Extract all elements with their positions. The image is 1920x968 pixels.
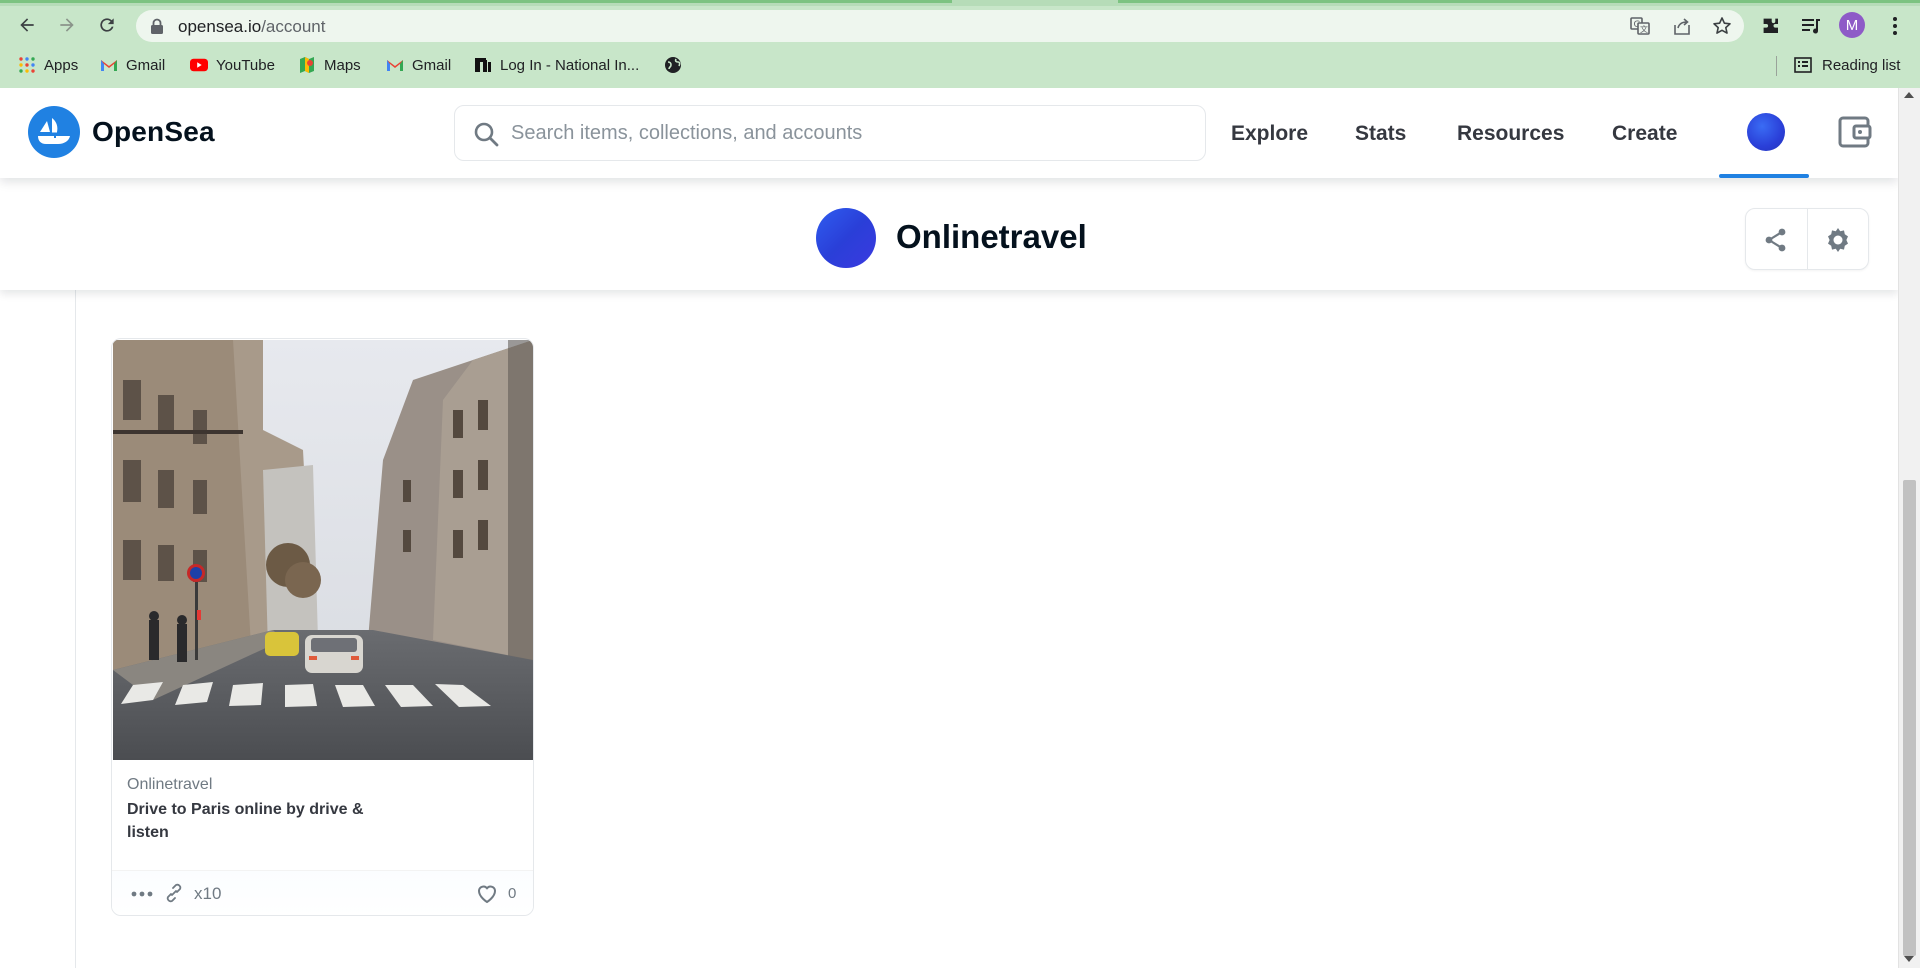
bookmarks-bar: Apps Gmail YouTube Maps Gmail Log In - N…	[0, 50, 1920, 80]
nft-collection-name[interactable]: Onlinetravel	[127, 776, 212, 794]
profile-actions	[1745, 208, 1869, 270]
bookmark-star-icon[interactable]	[1712, 16, 1732, 36]
nav-explore[interactable]: Explore	[1231, 122, 1308, 146]
bookmark-label: YouTube	[216, 56, 275, 74]
bookmark-gmail[interactable]: Gmail	[100, 54, 165, 76]
media-queue-icon[interactable]	[1800, 15, 1822, 37]
opensea-ship-icon	[38, 118, 70, 144]
url-path: /account	[261, 17, 326, 36]
site-header: OpenSea Explore Stats Resources Create	[0, 88, 1898, 178]
brand-name[interactable]: OpenSea	[92, 116, 215, 148]
url-text: opensea.io/account	[178, 17, 325, 37]
apps-grid-icon	[19, 57, 35, 73]
profile-name: Onlinetravel	[896, 218, 1087, 255]
nft-meta: Onlinetravel Drive to Paris online by dr…	[112, 760, 533, 870]
nft-like-count: 0	[508, 885, 517, 902]
paris-street-image	[113, 340, 533, 760]
bookmark-youtube[interactable]: YouTube	[190, 54, 275, 76]
settings-button[interactable]	[1806, 209, 1868, 269]
bookmark-globe[interactable]	[664, 54, 682, 76]
nft-quantity: x10	[194, 884, 222, 903]
account-avatar[interactable]	[1747, 113, 1785, 151]
scroll-up-arrow-icon[interactable]	[1904, 92, 1914, 98]
nav-stats[interactable]: Stats	[1355, 122, 1406, 146]
active-nav-indicator	[1719, 174, 1809, 178]
nft-image[interactable]	[113, 340, 533, 760]
bookmark-label: Apps	[44, 56, 79, 74]
forward-button[interactable]	[50, 8, 84, 42]
bookmark-label: Gmail	[126, 56, 166, 74]
bookmark-apps[interactable]: Apps	[18, 54, 78, 76]
search-icon	[474, 122, 499, 147]
gmail-icon	[387, 60, 403, 71]
bookmark-national-instruments[interactable]: Log In - National In...	[474, 54, 639, 76]
bookmark-label: Gmail	[412, 56, 452, 74]
reload-button[interactable]	[90, 8, 124, 42]
tab-indicator	[0, 0, 952, 3]
profile-avatar	[816, 208, 876, 268]
sidebar-divider	[75, 290, 76, 968]
profile-bar: Onlinetravel	[0, 178, 1898, 290]
browser-toolbar: opensea.io/account G文 M	[0, 8, 1920, 42]
scroll-down-arrow-icon[interactable]	[1904, 956, 1914, 962]
url-host: opensea.io	[178, 17, 262, 36]
bookmark-gmail-2[interactable]: Gmail	[386, 54, 451, 76]
wallet-icon[interactable]	[1838, 116, 1872, 148]
nft-card[interactable]: Onlinetravel Drive to Paris online by dr…	[111, 338, 534, 916]
reading-list-icon	[1794, 57, 1812, 73]
tab-indicator	[1118, 0, 1920, 3]
browser-menu-icon[interactable]	[1884, 15, 1906, 37]
svg-text:文: 文	[1640, 24, 1648, 34]
nft-title[interactable]: Drive to Paris online by drive & listen	[127, 798, 367, 844]
extensions-puzzle-icon[interactable]	[1760, 15, 1782, 37]
heart-icon[interactable]	[476, 883, 498, 905]
gmail-icon	[101, 60, 117, 71]
search-input[interactable]	[511, 116, 1171, 150]
browser-profile-avatar[interactable]: M	[1839, 12, 1865, 38]
page: OpenSea Explore Stats Resources Create O…	[0, 88, 1898, 968]
browser-chrome: opensea.io/account G文 M Apps Gmail YouTu…	[0, 0, 1920, 88]
forward-arrow-icon	[60, 18, 74, 32]
bookmark-label: Log In - National In...	[500, 56, 640, 74]
search-bar[interactable]	[454, 105, 1206, 161]
share-icon	[1766, 228, 1786, 252]
bookmark-label: Maps	[324, 56, 361, 74]
youtube-icon	[190, 58, 208, 72]
opensea-logo[interactable]	[28, 106, 80, 158]
nav-create[interactable]: Create	[1612, 122, 1677, 146]
page-scrollbar[interactable]	[1898, 88, 1920, 968]
nft-footer: x10 0	[112, 870, 533, 915]
back-button[interactable]	[10, 8, 44, 42]
gear-icon	[1827, 228, 1848, 252]
lock-icon	[151, 18, 163, 34]
scroll-thumb[interactable]	[1903, 480, 1916, 956]
reading-list-button[interactable]: Reading list	[1794, 54, 1900, 76]
share-button[interactable]	[1746, 209, 1807, 269]
national-instruments-icon	[475, 58, 491, 72]
bookmarks-divider	[1776, 56, 1777, 76]
maps-icon	[300, 57, 314, 73]
link-chain-icon	[166, 883, 182, 903]
globe-icon	[665, 57, 681, 73]
nav-resources[interactable]: Resources	[1457, 122, 1564, 146]
bookmark-maps[interactable]: Maps	[298, 54, 361, 76]
translate-icon[interactable]: G文	[1630, 16, 1650, 36]
more-options-icon[interactable]	[130, 884, 154, 904]
tab-strip	[0, 0, 1920, 6]
reading-list-label: Reading list	[1822, 56, 1901, 74]
address-bar[interactable]: opensea.io/account G文	[136, 10, 1744, 42]
back-arrow-icon	[20, 18, 34, 32]
reload-icon	[100, 18, 114, 32]
share-page-icon[interactable]	[1672, 16, 1692, 36]
